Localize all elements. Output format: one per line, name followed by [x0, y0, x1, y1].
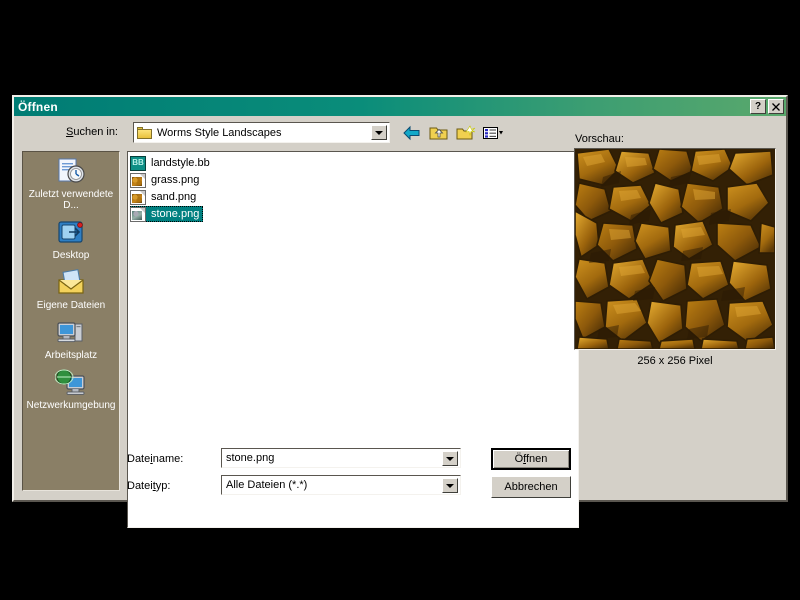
preview-caption: 256 x 256 Pixel: [637, 355, 713, 367]
png-image-file-icon: [130, 172, 146, 188]
cancel-button-label: Abbrechen: [504, 481, 558, 493]
sidebar-item-label: Desktop: [52, 250, 90, 261]
dialog-titlebar[interactable]: Öffnen ?: [14, 97, 786, 116]
sidebar-item-label: Netzwerkumgebung: [26, 400, 116, 411]
back-arrow-icon: [403, 125, 420, 141]
chevron-down-icon: [446, 456, 454, 461]
look-in-value: Worms Style Landscapes: [157, 126, 282, 139]
sidebar-item-my-documents[interactable]: Eigene Dateien: [23, 267, 119, 311]
views-button[interactable]: [481, 122, 504, 144]
blitzbasic-file-icon: BB: [130, 155, 146, 171]
look-in-label: Suchen in:: [66, 126, 118, 138]
preview-label: Vorschau:: [575, 133, 624, 145]
my-documents-icon: [54, 267, 88, 299]
list-item-selected[interactable]: stone.png: [130, 206, 204, 222]
filename-label: Dateiname:: [127, 453, 184, 465]
sidebar-item-my-computer[interactable]: Arbeitsplatz: [23, 317, 119, 361]
png-image-file-icon: [130, 206, 146, 222]
filename-value: stone.png: [226, 452, 275, 464]
open-file-dialog: Öffnen ? Suchen in: Worms Style Landscap…: [12, 95, 788, 528]
up-one-level-button[interactable]: [427, 122, 450, 144]
cancel-button[interactable]: Abbrechen: [491, 476, 571, 498]
preview-box: [574, 148, 776, 350]
recent-documents-icon: [54, 156, 88, 188]
open-button-label: Öffnen: [514, 453, 548, 465]
folder-icon: [137, 126, 153, 139]
open-button[interactable]: Öffnen: [491, 448, 571, 470]
file-name: sand.png: [151, 191, 197, 203]
close-glyph: [772, 102, 780, 111]
file-name: landstyle.bb: [151, 157, 210, 169]
views-list-icon: [482, 127, 503, 139]
dialog-title: Öffnen: [18, 99, 58, 114]
look-in-dropdown-button[interactable]: [371, 125, 387, 140]
image-thumbnail: [132, 176, 142, 186]
up-folder-icon: [429, 127, 448, 140]
filetype-value: Alle Dateien (*.*): [226, 479, 308, 491]
desktop-icon: [54, 217, 88, 249]
image-thumbnail: [132, 193, 142, 203]
png-image-file-icon: [130, 189, 146, 205]
new-folder-button[interactable]: [454, 122, 477, 144]
sidebar-item-label: Eigene Dateien: [36, 300, 106, 311]
stone-texture-preview: [575, 149, 775, 349]
filetype-dropdown-button[interactable]: [442, 478, 458, 493]
new-folder-icon: [456, 125, 476, 140]
dialog-toolbar: [400, 122, 504, 144]
filetype-select[interactable]: Alle Dateien (*.*): [221, 475, 461, 495]
filetype-label: Dateityp:: [127, 480, 171, 492]
filename-dropdown-button[interactable]: [442, 451, 458, 466]
chevron-down-icon: [446, 483, 454, 488]
sidebar-item-label: Arbeitsplatz: [44, 350, 98, 361]
list-item[interactable]: grass.png: [130, 172, 203, 188]
look-in-combobox[interactable]: Worms Style Landscapes: [133, 122, 390, 143]
sidebar-item-desktop[interactable]: Desktop: [23, 217, 119, 261]
list-item[interactable]: sand.png: [130, 189, 200, 205]
filename-input[interactable]: stone.png: [221, 448, 461, 468]
file-name: stone.png: [151, 208, 200, 220]
places-bar: Zuletzt verwendete D... Desktop Eigene D…: [22, 151, 120, 491]
my-computer-icon: [54, 317, 88, 349]
close-icon[interactable]: [768, 99, 784, 114]
help-button[interactable]: ?: [750, 99, 766, 114]
network-neighborhood-icon: [54, 367, 88, 399]
file-list[interactable]: BB landstyle.bb grass.png sand.png stone…: [127, 151, 579, 528]
sidebar-item-recent[interactable]: Zuletzt verwendete D...: [23, 156, 119, 211]
file-name: grass.png: [151, 174, 200, 186]
back-button[interactable]: [400, 122, 423, 144]
image-thumbnail: [132, 210, 142, 220]
list-item[interactable]: BB landstyle.bb: [130, 155, 214, 171]
chevron-down-icon: [375, 130, 383, 135]
sidebar-item-label: Zuletzt verwendete D...: [28, 189, 114, 211]
sidebar-item-network[interactable]: Netzwerkumgebung: [23, 367, 119, 411]
